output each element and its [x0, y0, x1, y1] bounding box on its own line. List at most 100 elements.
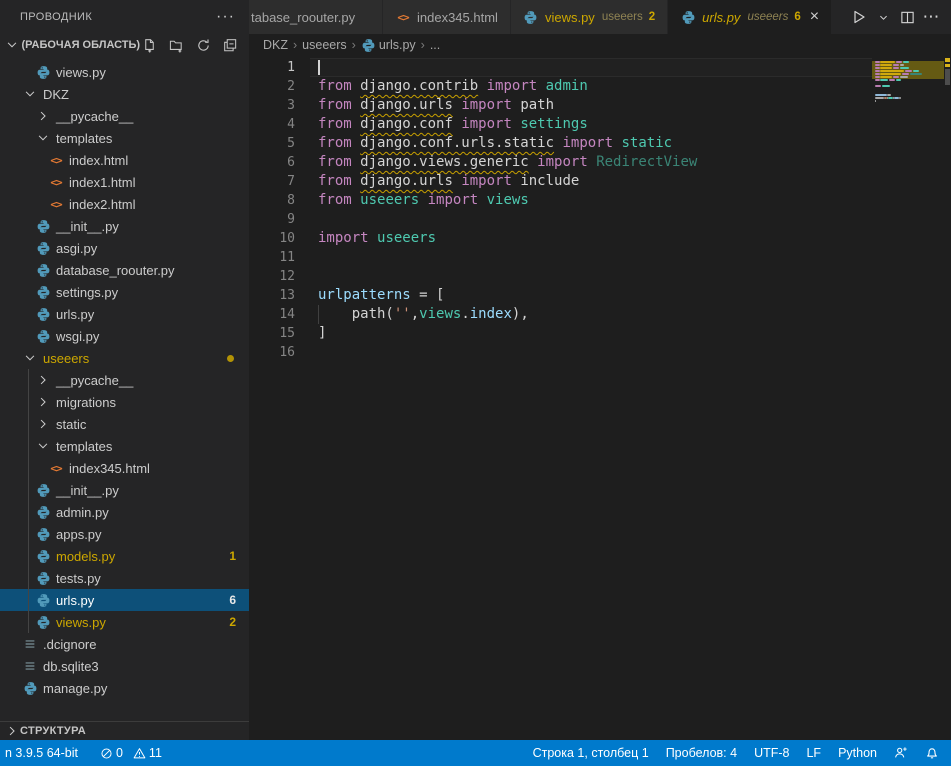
status-indentation[interactable]: Пробелов: 4 [666, 746, 737, 760]
tree-item-label: admin.py [56, 505, 109, 520]
tree-item-label: __init__.py [56, 219, 119, 234]
line-content [310, 343, 872, 362]
status-notifications[interactable] [925, 746, 939, 760]
tree-item-models-py[interactable]: models.py1 [0, 545, 249, 567]
line-number: 10 [249, 231, 310, 246]
python-icon [36, 483, 51, 498]
tree-item-label: tests.py [56, 571, 101, 586]
chevron-down-small-icon [873, 6, 893, 28]
new-file-button[interactable] [140, 36, 158, 54]
tree-item-static[interactable]: static [0, 413, 249, 435]
close-icon[interactable]: × [810, 9, 819, 25]
status-eol[interactable]: LF [806, 746, 821, 760]
status-feedback[interactable] [894, 746, 908, 760]
breadcrumb-item-[interactable]: ... [430, 38, 440, 52]
explorer-more-button[interactable]: ··· [216, 8, 235, 26]
tab-problems-badge: 2 [649, 11, 655, 23]
tree-item-label: index345.html [69, 461, 150, 476]
split-icon [897, 6, 917, 28]
tree-item-wsgi-py[interactable]: wsgi.py [0, 325, 249, 347]
tab-views-py[interactable]: views.pyuseeers2 [511, 0, 668, 34]
tree-item-pycache[interactable]: __pycache__ [0, 105, 249, 127]
tree-item-label: useeers [43, 351, 89, 366]
tree-item-asgi-py[interactable]: asgi.py [0, 237, 249, 259]
breadcrumb-item-useeers[interactable]: useeers [302, 38, 346, 52]
tree-item-index2-html[interactable]: <>index2.html [0, 193, 249, 215]
tree-item-templates[interactable]: templates [0, 127, 249, 149]
problems-badge: 2 [229, 615, 236, 629]
tree-item-admin-py[interactable]: admin.py [0, 501, 249, 523]
breadcrumb-label: useeers [302, 38, 346, 52]
minimap[interactable] [872, 56, 944, 740]
tree-item-views-py[interactable]: views.py [0, 61, 249, 83]
code-line-10: 10import useeers [249, 229, 872, 248]
chevron-down-icon [5, 38, 19, 52]
outline-section-header[interactable]: СТРУКТУРА [0, 721, 249, 740]
code-line-5: 5from django.conf.urls.static import sta… [249, 134, 872, 153]
indent-guide [28, 369, 29, 391]
new-folder-button[interactable] [167, 36, 185, 54]
line-number: 3 [249, 98, 310, 113]
run-button[interactable] [849, 6, 869, 28]
status-encoding[interactable]: UTF-8 [754, 746, 789, 760]
tree-item-index345-html[interactable]: <>index345.html [0, 457, 249, 479]
tree-item-useeers[interactable]: useeers [0, 347, 249, 369]
workspace-section-header[interactable]: (РАБОЧАЯ ОБЛАСТЬ) ... [0, 33, 249, 57]
html-icon: <> [397, 11, 408, 24]
tree-item-label: templates [56, 131, 112, 146]
chevron-right-icon [36, 417, 50, 431]
code-line-9: 9 [249, 210, 872, 229]
breadcrumb-separator: › [419, 38, 427, 52]
tab-problems-badge: 6 [794, 11, 800, 23]
tree-item-dcignore[interactable]: .dcignore [0, 633, 249, 655]
tree-item-index-html[interactable]: <>index.html [0, 149, 249, 171]
line-content [310, 58, 872, 77]
python-icon [36, 307, 51, 322]
tree-item-apps-py[interactable]: apps.py [0, 523, 249, 545]
line-content: from django.urls import path [310, 96, 872, 115]
tab-urls-py[interactable]: urls.pyuseeers6× [668, 0, 832, 34]
tree-item-dkz[interactable]: DKZ [0, 83, 249, 105]
status-language-mode[interactable]: Python [838, 746, 877, 760]
code-editor[interactable]: 12from django.contrib import admin3from … [249, 56, 951, 740]
tree-item-init-py[interactable]: __init__.py [0, 215, 249, 237]
status-python-version[interactable]: n 3.9.5 64-bit [5, 746, 78, 760]
html-icon: <> [50, 154, 61, 167]
line-number: 16 [249, 345, 310, 360]
tree-item-settings-py[interactable]: settings.py [0, 281, 249, 303]
line-content: from django.conf import settings [310, 115, 872, 134]
tree-item-database-roouter-py[interactable]: database_roouter.py [0, 259, 249, 281]
tree-item-manage-py[interactable]: manage.py [0, 677, 249, 699]
code-line-13: 13urlpatterns = [ [249, 286, 872, 305]
editor-group: tabase_roouter.py <> index345.html views.py… [249, 0, 951, 740]
editor-more-button[interactable]: ⋯ [921, 6, 941, 28]
indent-guide [28, 501, 29, 523]
tab-label: index345.html [417, 10, 498, 25]
tree-item-tests-py[interactable]: tests.py [0, 567, 249, 589]
breadcrumb-label: DKZ [263, 38, 288, 52]
status-problems[interactable]: 011 [100, 746, 168, 760]
refresh-button[interactable] [194, 36, 212, 54]
tree-item-pycache[interactable]: __pycache__ [0, 369, 249, 391]
tree-item-migrations[interactable]: migrations [0, 391, 249, 413]
breadcrumb-item-urls-py[interactable]: urls.py [361, 38, 416, 53]
tree-item-views-py[interactable]: views.py2 [0, 611, 249, 633]
error-icon [100, 747, 113, 760]
tree-item-init-py[interactable]: __init__.py [0, 479, 249, 501]
line-content: import useeers [310, 229, 872, 248]
run-dropdown-button[interactable] [873, 6, 893, 28]
split-editor-button[interactable] [897, 6, 917, 28]
line-number: 1 [249, 60, 310, 75]
tree-item-index1-html[interactable]: <>index1.html [0, 171, 249, 193]
tree-item-urls-py[interactable]: urls.py [0, 303, 249, 325]
tab-tabase-roouter-py[interactable]: tabase_roouter.py [249, 0, 383, 34]
breadcrumb-item-dkz[interactable]: DKZ [263, 38, 288, 52]
tree-item-urls-py[interactable]: urls.py6 [0, 589, 249, 611]
tree-item-templates[interactable]: templates [0, 435, 249, 457]
tree-item-db-sqlite3[interactable]: db.sqlite3 [0, 655, 249, 677]
collapse-all-button[interactable] [221, 36, 239, 54]
status-cursor-position[interactable]: Строка 1, столбец 1 [533, 746, 649, 760]
code-line-6: 6from django.views.generic import Redire… [249, 153, 872, 172]
python-icon [681, 10, 696, 25]
tab-index345-html[interactable]: <> index345.html [383, 0, 511, 34]
